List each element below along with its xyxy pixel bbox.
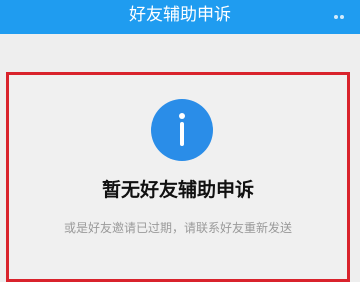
more-icon[interactable] <box>332 4 352 19</box>
empty-state-panel: 暂无好友辅助申诉 或是好友邀请已过期，请联系好友重新发送 <box>6 72 350 282</box>
empty-state-title: 暂无好友辅助申诉 <box>101 179 254 201</box>
info-icon <box>151 99 213 161</box>
empty-state-subtitle: 或是好友邀请已过期，请联系好友重新发送 <box>63 221 292 235</box>
page-title: 好友辅助申诉 <box>129 5 231 25</box>
top-bar: 好友辅助申诉 <box>0 0 360 34</box>
